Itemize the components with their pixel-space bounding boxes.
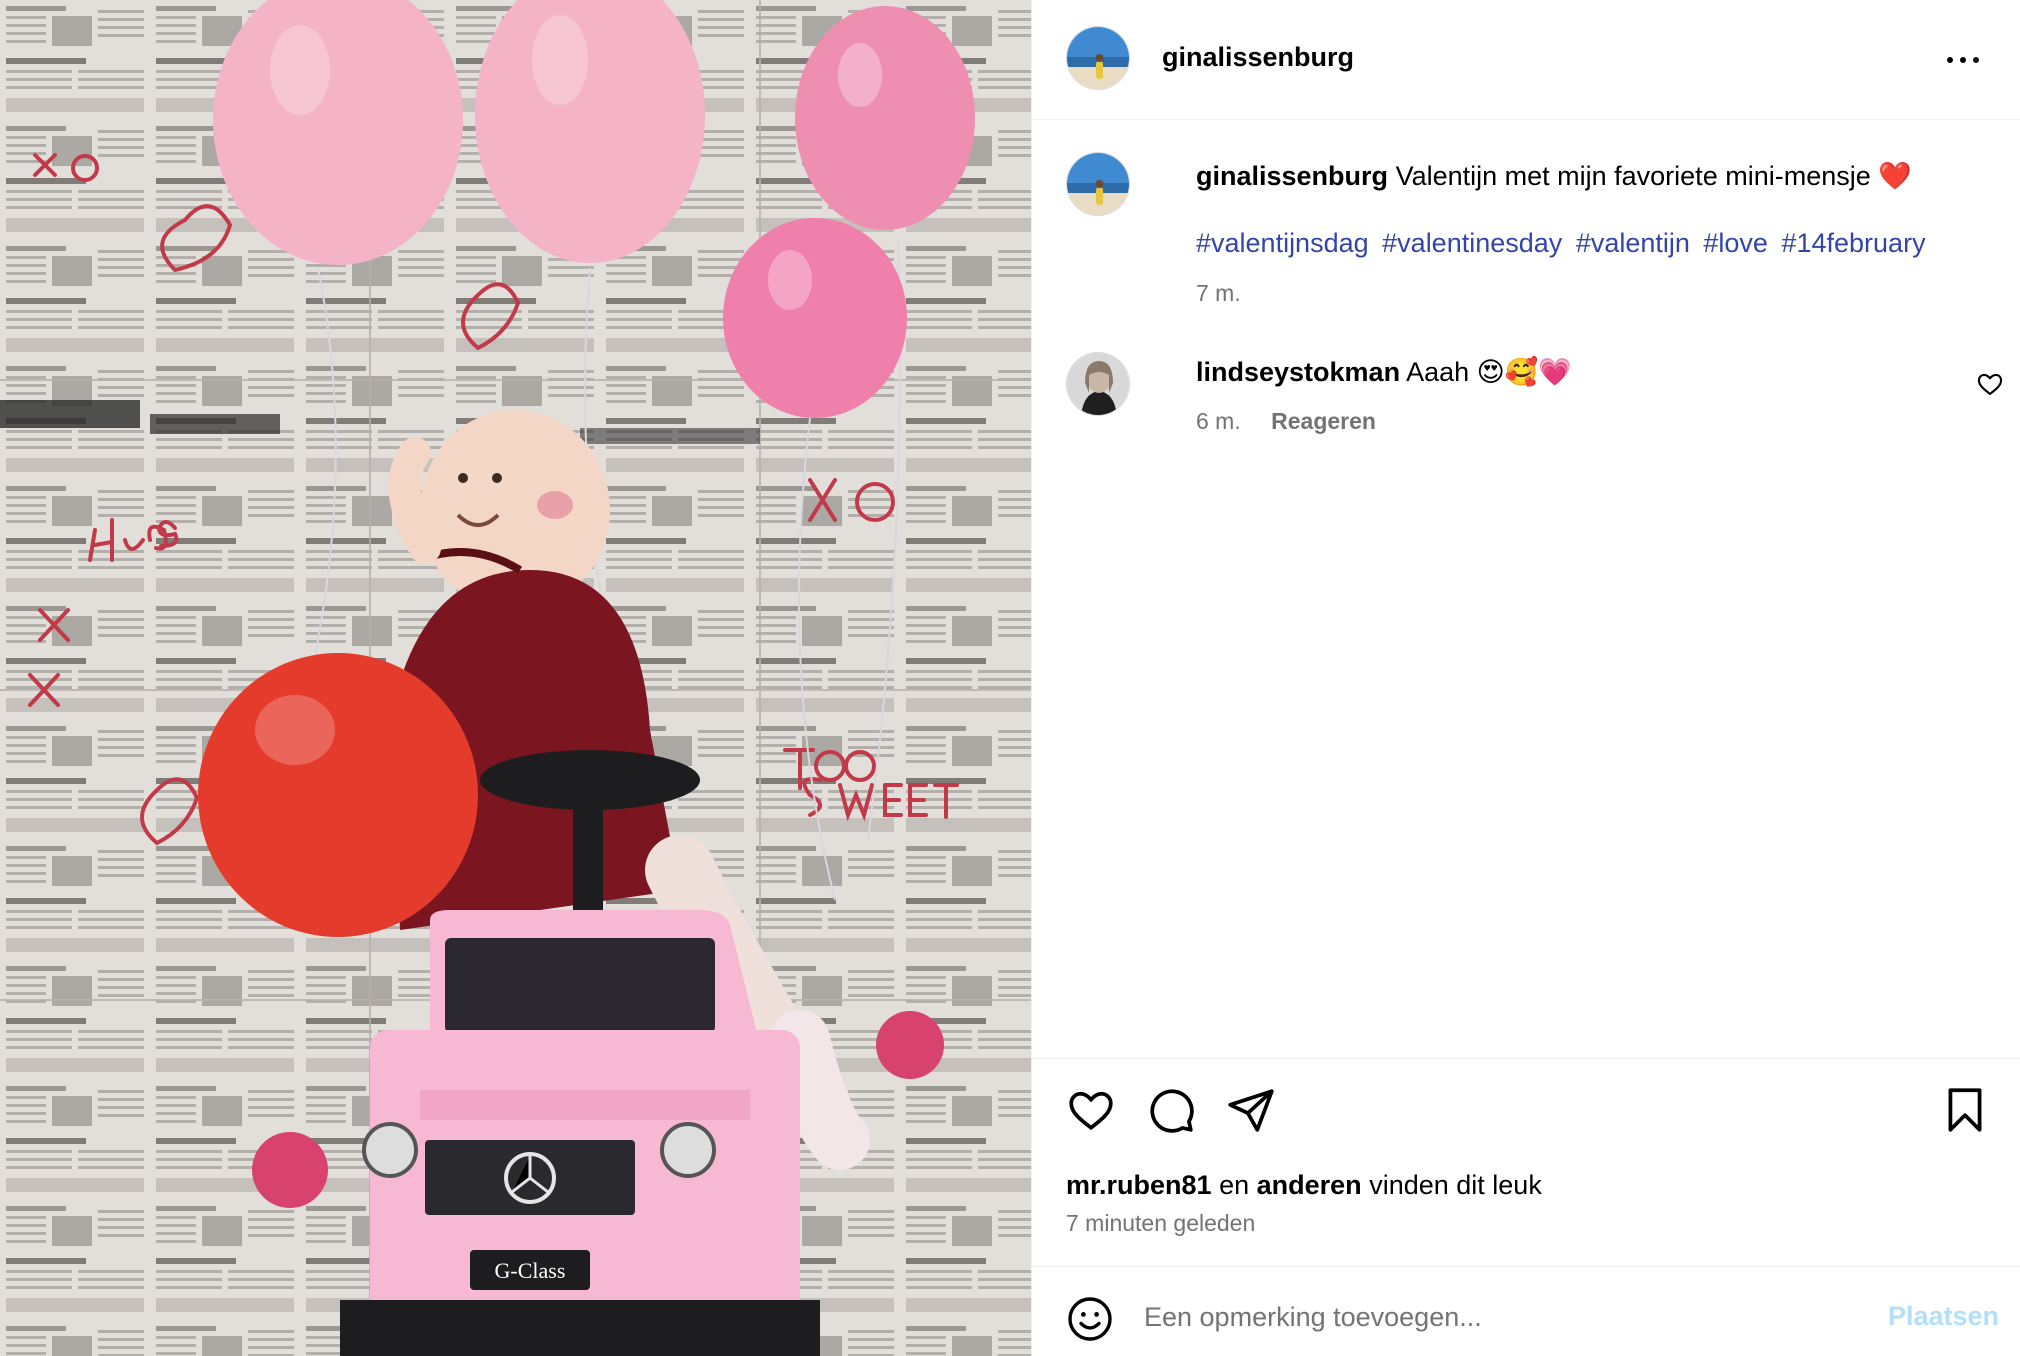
comment-bubble-icon[interactable]	[1146, 1085, 1196, 1135]
likes-summary: mr.ruben81 en anderen vinden dit leuk	[1066, 1170, 1542, 1201]
caption-heart-emoji: ❤️	[1878, 161, 1912, 191]
add-comment-bar: Plaatsen	[1032, 1266, 2020, 1356]
author-avatar[interactable]	[1066, 26, 1130, 90]
photo-canvas: G-Class	[0, 0, 1031, 1356]
likes-connector: en	[1219, 1170, 1250, 1200]
hashtag-link[interactable]: #valentijn	[1576, 228, 1690, 258]
hashtag-link[interactable]: #love	[1703, 228, 1768, 258]
hashtag-link[interactable]: #valentinesday	[1382, 228, 1562, 258]
commenter-avatar[interactable]	[1066, 352, 1130, 416]
smiley-icon[interactable]	[1066, 1295, 1114, 1343]
caption-username[interactable]: ginalissenburg	[1196, 161, 1388, 191]
more-options-button[interactable]	[1943, 40, 1983, 80]
post-timestamp[interactable]: 7 minuten geleden	[1066, 1210, 1255, 1237]
hashtag-link[interactable]: #valentijnsdag	[1196, 228, 1369, 258]
comment-input[interactable]	[1144, 1289, 1784, 1345]
ellipsis-icon	[1947, 57, 1953, 63]
post-photo[interactable]: G-Class	[0, 0, 1031, 1356]
likes-others-link[interactable]: anderen	[1257, 1170, 1362, 1200]
caption-hashtags: #valentijnsdag #valentinesday #valentijn…	[1196, 228, 1932, 259]
likes-suffix: vinden dit leuk	[1369, 1170, 1542, 1200]
comment-time[interactable]: 6 m.	[1196, 408, 1241, 434]
hashtag-link[interactable]: #14february	[1781, 228, 1925, 258]
reply-button[interactable]: Reageren	[1271, 408, 1376, 434]
bookmark-icon[interactable]	[1940, 1085, 1990, 1135]
comment-meta: 6 m. Reageren	[1196, 408, 1376, 435]
author-username[interactable]: ginalissenburg	[1162, 42, 1354, 73]
caption-author-avatar[interactable]	[1066, 152, 1130, 216]
caption-body: Valentijn met mijn favoriete mini-mensje	[1395, 161, 1871, 191]
car-badge: G-Class	[495, 1258, 566, 1283]
comment-text: lindseystokman Aaah 😍🥰💗	[1196, 356, 1572, 388]
comment-heart-icon[interactable]	[1976, 370, 2004, 398]
comment-body: Aaah 😍🥰💗	[1406, 357, 1573, 387]
liker-username[interactable]: mr.ruben81	[1066, 1170, 1212, 1200]
heart-icon[interactable]	[1066, 1085, 1116, 1135]
actions-divider	[1032, 1058, 2020, 1059]
paper-plane-icon[interactable]	[1226, 1085, 1276, 1135]
post-comment-button[interactable]: Plaatsen	[1888, 1301, 1999, 1332]
post-side-panel: ginalissenburg ginalissenburg Valentijn …	[1031, 0, 2020, 1356]
comment-username[interactable]: lindseystokman	[1196, 357, 1400, 387]
comment-item: lindseystokman Aaah 😍🥰💗 6 m. Reageren	[1066, 352, 2003, 452]
post-header: ginalissenburg	[1032, 0, 2020, 120]
caption-text: ginalissenburg Valentijn met mijn favori…	[1196, 156, 1976, 196]
caption-time[interactable]: 7 m.	[1196, 280, 1241, 307]
